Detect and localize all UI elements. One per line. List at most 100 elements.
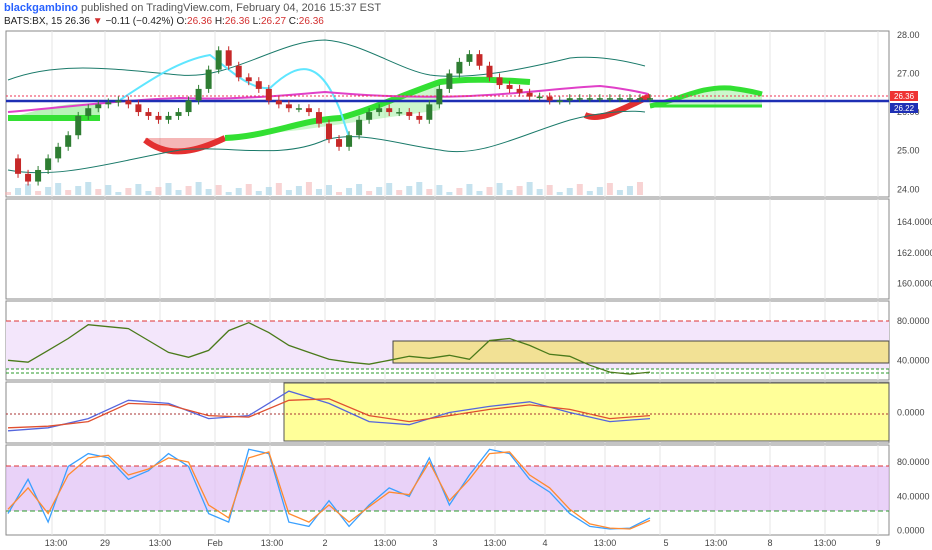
candle — [245, 77, 252, 82]
candle — [466, 54, 473, 62]
pane-frame — [5, 198, 890, 300]
volume-bar — [125, 188, 132, 195]
candle — [285, 104, 292, 109]
candle — [305, 108, 312, 113]
candle — [596, 98, 603, 100]
candle — [576, 98, 583, 100]
candle — [265, 88, 272, 101]
stoch-band — [6, 466, 889, 511]
x-tick-label: 8 — [767, 538, 772, 548]
x-tick-label: 13:00 — [814, 538, 837, 548]
volume-bar — [516, 186, 523, 195]
y-tick-label: 0.0000 — [897, 526, 925, 536]
candle — [195, 88, 202, 101]
candle — [346, 135, 353, 147]
x-axis: 13:00 29 13:00 Feb 13:00 2 13:00 3 13:00 4 13:00 5 1… — [45, 538, 881, 548]
y-tick-label: 0.0000 — [897, 408, 925, 418]
y-axis: 28.0027.0026.0025.0024.00164.0000162.000… — [890, 30, 932, 536]
candle — [326, 123, 332, 140]
x-tick-label: Feb — [207, 538, 223, 548]
x-tick-label: 13:00 — [374, 538, 397, 548]
volume-bar — [255, 191, 262, 195]
volume-bar — [476, 191, 483, 195]
candle — [85, 108, 92, 116]
candle — [406, 112, 413, 116]
volume-bar — [265, 187, 272, 195]
volume-bar — [596, 187, 603, 195]
volume-bar — [175, 190, 182, 195]
volume-bar — [606, 183, 613, 195]
volume-bar — [416, 182, 423, 195]
candle — [376, 108, 383, 113]
candle — [496, 77, 503, 86]
y-tick-label: 27.00 — [897, 68, 920, 78]
candle — [35, 169, 42, 182]
y-tick-label: 80.0000 — [897, 316, 930, 326]
volume-bar — [185, 186, 192, 195]
volume-bar — [386, 183, 393, 195]
candle — [606, 98, 613, 100]
x-tick-label: 5 — [663, 538, 668, 548]
volume-bar — [305, 182, 312, 195]
volume-bar — [225, 192, 232, 195]
volume-bar — [406, 186, 413, 195]
chart-canvas[interactable]: 28.0027.0026.0025.0024.00164.0000162.000… — [0, 0, 932, 550]
x-tick-label: 29 — [100, 538, 110, 548]
volume-bar — [115, 192, 122, 195]
candle — [336, 139, 343, 147]
volume-bar — [85, 182, 92, 195]
y-tick-label: 164.0000 — [897, 217, 932, 227]
volume-bar — [436, 185, 443, 195]
candle — [225, 50, 232, 66]
candle — [536, 96, 543, 99]
candle — [235, 65, 242, 78]
candle — [105, 102, 112, 105]
candle — [486, 65, 493, 78]
candle — [526, 92, 533, 97]
volume-bar — [496, 183, 503, 195]
x-tick-label: 9 — [875, 538, 880, 548]
volume-bar — [346, 188, 353, 195]
candle — [75, 115, 82, 136]
macd-highlight-box — [283, 382, 890, 442]
y-tick-label: 80.0000 — [897, 457, 930, 467]
candle — [145, 112, 152, 116]
x-tick-label: 3 — [432, 538, 437, 548]
volume-bar — [576, 184, 583, 195]
candle — [386, 108, 393, 113]
volume-bar — [165, 183, 172, 195]
y-tick-label: 25.00 — [897, 146, 920, 156]
volume-bar — [616, 190, 623, 195]
x-tick-label: 13:00 — [484, 538, 507, 548]
candle — [626, 98, 633, 100]
candle — [566, 98, 573, 101]
candle — [506, 85, 513, 89]
volume-bar — [396, 190, 403, 195]
candle — [396, 112, 403, 114]
volume-bar — [45, 187, 52, 195]
volume-bar — [145, 191, 152, 195]
volume-bar — [536, 189, 543, 195]
volume-bar — [486, 187, 493, 195]
y-tick-label: 40.0000 — [897, 355, 930, 365]
volume-bar — [55, 183, 62, 195]
candle — [456, 61, 463, 74]
volume-bar — [586, 191, 593, 195]
volume-bar — [285, 190, 292, 195]
candle — [45, 158, 52, 170]
candle — [215, 50, 222, 70]
x-tick-label: 13:00 — [45, 538, 68, 548]
y-tick-label: 162.0000 — [897, 248, 932, 258]
line-price-label: 26.22 — [894, 104, 915, 113]
candle — [446, 73, 453, 89]
volume-bar — [546, 185, 553, 195]
volume-bar — [25, 184, 32, 195]
volume-bar — [215, 185, 222, 195]
volume-bar — [326, 185, 332, 195]
volume-bar — [65, 190, 72, 195]
volume-bar — [426, 189, 433, 195]
candle — [275, 100, 282, 105]
candle — [586, 98, 593, 100]
volume-bar — [105, 185, 112, 195]
x-tick-label: 4 — [542, 538, 547, 548]
